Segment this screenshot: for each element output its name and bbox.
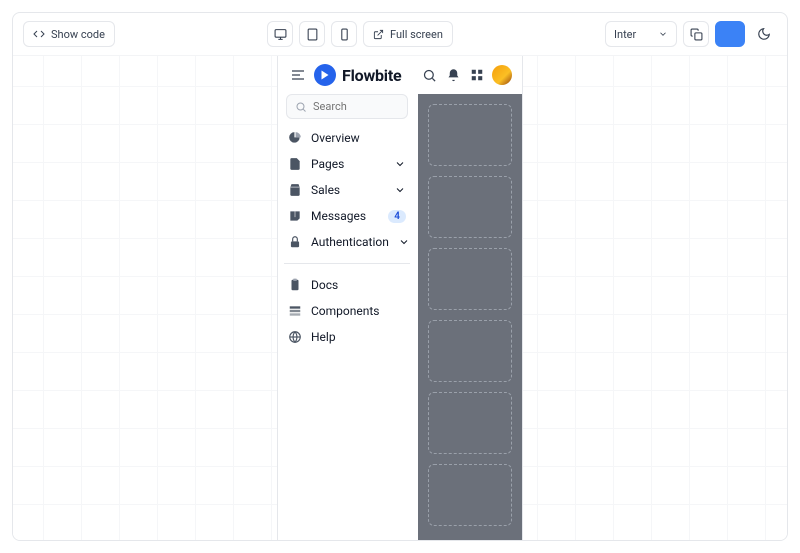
- tablet-icon: [306, 28, 319, 41]
- bell-icon: [446, 68, 461, 83]
- moon-icon: [757, 27, 771, 41]
- full-screen-label: Full screen: [390, 28, 443, 41]
- sidebar-search[interactable]: [286, 94, 408, 119]
- sidebar-item-label: Messages: [311, 209, 379, 223]
- notifications-button[interactable]: [444, 66, 462, 84]
- sidebar-item-sales[interactable]: Sales: [284, 177, 410, 203]
- app-header: Flowbite: [278, 56, 522, 94]
- grid-icon: [470, 68, 484, 82]
- messages-badge: 4: [388, 210, 406, 223]
- search-icon: [295, 101, 307, 113]
- content-placeholder: [428, 392, 512, 454]
- sidebar-item-label: Components: [311, 304, 406, 318]
- shopping-bag-icon: [288, 183, 302, 197]
- show-code-button[interactable]: Show code: [23, 21, 115, 47]
- lock-icon: [288, 235, 302, 249]
- chevron-down-icon: [394, 158, 406, 170]
- sidebar-item-label: Help: [311, 330, 406, 344]
- external-link-icon: [373, 29, 384, 40]
- sidebar-item-label: Authentication: [311, 235, 389, 249]
- clipboard-icon: [288, 278, 302, 292]
- sidebar-item-messages[interactable]: Messages 4: [284, 203, 410, 229]
- sidebar-item-label: Overview: [311, 131, 406, 145]
- chevron-down-icon: [398, 236, 410, 248]
- sidebar-item-label: Pages: [311, 157, 385, 171]
- mobile-icon: [338, 28, 351, 41]
- pie-chart-icon: [288, 131, 302, 145]
- content-placeholder: [428, 464, 512, 526]
- sidebar-item-label: Docs: [311, 278, 406, 292]
- sidebar-item-overview[interactable]: Overview: [284, 125, 410, 151]
- copy-button[interactable]: [683, 21, 709, 47]
- full-screen-button[interactable]: Full screen: [363, 21, 453, 47]
- menu-icon: [290, 67, 306, 83]
- copy-icon: [690, 28, 703, 41]
- sidebar-item-authentication[interactable]: Authentication: [284, 229, 410, 255]
- user-avatar[interactable]: [492, 65, 512, 85]
- content-placeholder: [428, 248, 512, 310]
- content-area: [418, 94, 522, 540]
- search-input[interactable]: [313, 100, 399, 113]
- play-icon: [319, 69, 331, 81]
- preview-workspace: Flowbite: [13, 56, 787, 540]
- mobile-view-button[interactable]: [331, 21, 357, 47]
- mobile-preview-frame: Flowbite: [277, 56, 523, 540]
- inbox-icon: [288, 209, 302, 223]
- sidebar-item-components[interactable]: Components: [284, 298, 410, 324]
- sidebar-item-label: Sales: [311, 183, 385, 197]
- desktop-view-button[interactable]: [267, 21, 293, 47]
- content-placeholder: [428, 104, 512, 166]
- sidebar-item-docs[interactable]: Docs: [284, 272, 410, 298]
- menu-toggle-button[interactable]: [288, 65, 308, 85]
- search-icon: [422, 68, 437, 83]
- brand-name: Flowbite: [342, 66, 402, 85]
- font-select[interactable]: Inter: [605, 21, 677, 47]
- font-select-label: Inter: [614, 28, 636, 41]
- chevron-down-icon: [394, 184, 406, 196]
- content-placeholder: [428, 320, 512, 382]
- dark-mode-button[interactable]: [751, 21, 777, 47]
- code-icon: [33, 28, 45, 40]
- sidebar-divider: [284, 263, 410, 264]
- tablet-view-button[interactable]: [299, 21, 325, 47]
- chevron-down-icon: [658, 29, 668, 39]
- header-search-button[interactable]: [420, 66, 438, 84]
- sidebar-item-help[interactable]: Help: [284, 324, 410, 350]
- sidebar: Overview Pages Sales Messages: [278, 94, 416, 362]
- content-placeholder: [428, 176, 512, 238]
- apps-button[interactable]: [468, 66, 486, 84]
- preview-toolbar: Show code Full screen: [13, 13, 787, 56]
- monitor-icon: [274, 28, 287, 41]
- sidebar-item-pages[interactable]: Pages: [284, 151, 410, 177]
- collection-icon: [288, 304, 302, 318]
- primary-action-button[interactable]: [715, 21, 745, 47]
- show-code-label: Show code: [51, 28, 105, 41]
- document-icon: [288, 157, 302, 171]
- globe-icon: [288, 330, 302, 344]
- brand-logo: [314, 64, 336, 86]
